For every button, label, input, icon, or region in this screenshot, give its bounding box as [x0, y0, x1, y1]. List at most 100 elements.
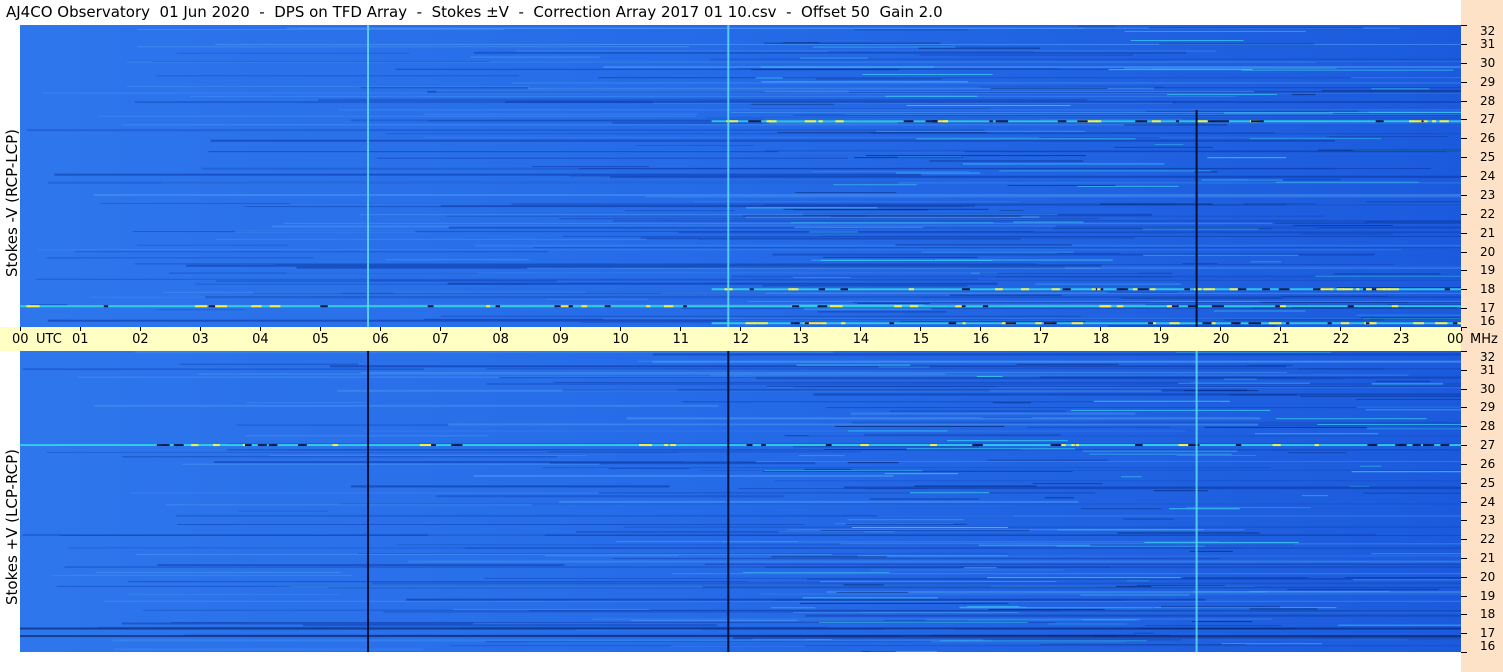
spectrogram-activity-line	[793, 446, 980, 448]
time-tick	[559, 327, 561, 331]
spectrogram-activity-line	[1154, 143, 1184, 145]
freq-tick	[1461, 138, 1467, 140]
spectrogram-activity-line	[940, 640, 1147, 642]
spectrogram-activity-line	[835, 425, 1005, 427]
spectrogram-texture-line	[511, 82, 1461, 84]
spectrogram-activity-line	[1191, 621, 1253, 623]
spectrogram-activity-line	[979, 86, 1165, 88]
spectrogram-activity-line	[1057, 529, 1204, 531]
time-axis: 00 01 02 03 04 05 06 07 08 09 10 11 12 13 14 15 16 17 18 19…	[0, 327, 1464, 351]
freq-tick	[1461, 43, 1467, 45]
spectrogram-texture-line	[190, 95, 1236, 97]
spectrogram-texture-line	[704, 563, 1461, 565]
freq-tick-label: 18	[1480, 607, 1496, 622]
spectrogram-texture-line	[360, 372, 1287, 374]
freq-tick-label: 23	[1480, 513, 1496, 528]
band-speck	[427, 305, 434, 308]
spectrogram-activity-line	[1352, 579, 1461, 581]
spectrogram-texture-line	[470, 56, 600, 59]
band-speck	[269, 305, 281, 308]
band-speck	[860, 444, 869, 447]
freq-tick-label: 25	[1480, 475, 1496, 490]
band-speck	[1432, 120, 1437, 123]
spectrogram-texture-line	[747, 300, 1461, 302]
spectrogram-texture-line	[46, 257, 314, 259]
time-tick-label: 10	[612, 332, 629, 347]
top-y-axis-label: Stokes -V (RCP-LCP)	[3, 129, 21, 277]
spectrogram-texture-line	[376, 157, 848, 159]
spectrogram-activity-line	[962, 163, 1165, 165]
spectrogram-texture-line	[176, 524, 805, 526]
band-speck	[1412, 444, 1421, 447]
time-tick	[1100, 327, 1102, 331]
spectrogram-activity-line	[1213, 310, 1306, 312]
band-speck	[903, 120, 914, 123]
dark-band	[20, 627, 1461, 630]
spectrogram-texture-line	[750, 108, 990, 110]
freq-tick	[1461, 62, 1467, 64]
band-speck	[1457, 322, 1461, 325]
spectrogram-activity-line	[1326, 136, 1448, 138]
freq-tick-label: 29	[1480, 400, 1496, 415]
time-tick	[800, 327, 802, 331]
spectrogram-activity-line	[1275, 181, 1419, 183]
band-speck	[1071, 444, 1075, 447]
spectrogram-activity-line	[1150, 301, 1259, 303]
band-speck	[431, 444, 436, 447]
band-speck	[1071, 322, 1084, 325]
band-speck	[1378, 120, 1384, 123]
spectrogram-texture-line	[609, 468, 690, 470]
top-spectrogram-plot	[20, 25, 1461, 327]
band-speck	[1365, 288, 1372, 291]
band-speck	[103, 305, 109, 308]
spectrogram-activity-line	[800, 602, 1009, 604]
band-speck	[1251, 120, 1264, 123]
spectrogram-texture-line	[152, 61, 1461, 63]
time-tick-label: 01	[72, 332, 89, 347]
spectrogram-texture-line	[821, 235, 1461, 237]
band-speck	[1444, 288, 1450, 291]
spectrogram-activity-line	[929, 160, 1084, 162]
spectrogram-texture-line	[318, 98, 1088, 101]
spectrogram-activity-line	[1081, 508, 1162, 510]
time-tick	[379, 327, 381, 331]
spectrogram-activity-line	[999, 170, 1212, 172]
spectrogram-texture-line	[103, 600, 1461, 602]
spectrogram-texture-line	[286, 27, 1084, 29]
spectrogram-activity-line	[884, 473, 958, 475]
chart-title: AJ4CO Observatory 01 Jun 2020 - DPS on T…	[6, 3, 943, 21]
freq-tick	[1461, 270, 1467, 272]
spectrogram-activity-line	[1124, 124, 1228, 126]
spectrogram-activity-line	[1193, 591, 1269, 593]
time-tick-label: 14	[852, 332, 870, 347]
spectrogram-activity-line	[987, 577, 1181, 579]
spectrogram-activity-line	[820, 529, 1030, 531]
band-speck	[664, 305, 674, 308]
spectrogram-activity-line	[1145, 625, 1282, 627]
band-speck	[1327, 322, 1332, 325]
spectrogram-activity-line	[1224, 319, 1385, 321]
spectrogram-activity-line	[1356, 314, 1461, 316]
spectrogram-activity-line	[878, 366, 930, 368]
spectrogram-activity-line	[830, 215, 1021, 217]
band-speck	[1005, 322, 1016, 325]
spectrogram-texture-line	[576, 629, 702, 631]
band-speck	[683, 305, 687, 308]
freq-tick	[1461, 595, 1467, 597]
band-speck	[790, 322, 794, 325]
spectrogram-activity-line	[876, 130, 1086, 132]
time-tick-label: 00	[1447, 332, 1464, 347]
spectrogram-activity-line	[1161, 606, 1281, 608]
spectrogram-activity-line	[1126, 580, 1149, 582]
spectrogram-texture-line	[46, 451, 679, 453]
spectrogram-texture-line	[709, 58, 1461, 61]
freq-tick	[1461, 100, 1467, 102]
freq-tick	[1461, 81, 1467, 83]
band-speck	[1188, 444, 1200, 447]
spectrogram-texture-line	[436, 495, 784, 498]
spectrogram-activity-line	[1120, 476, 1142, 478]
band-speck	[1248, 322, 1262, 325]
freq-tick-label: 23	[1480, 187, 1496, 202]
spectrogram-activity-line	[914, 485, 1037, 487]
spectrogram-activity-line	[847, 430, 948, 432]
